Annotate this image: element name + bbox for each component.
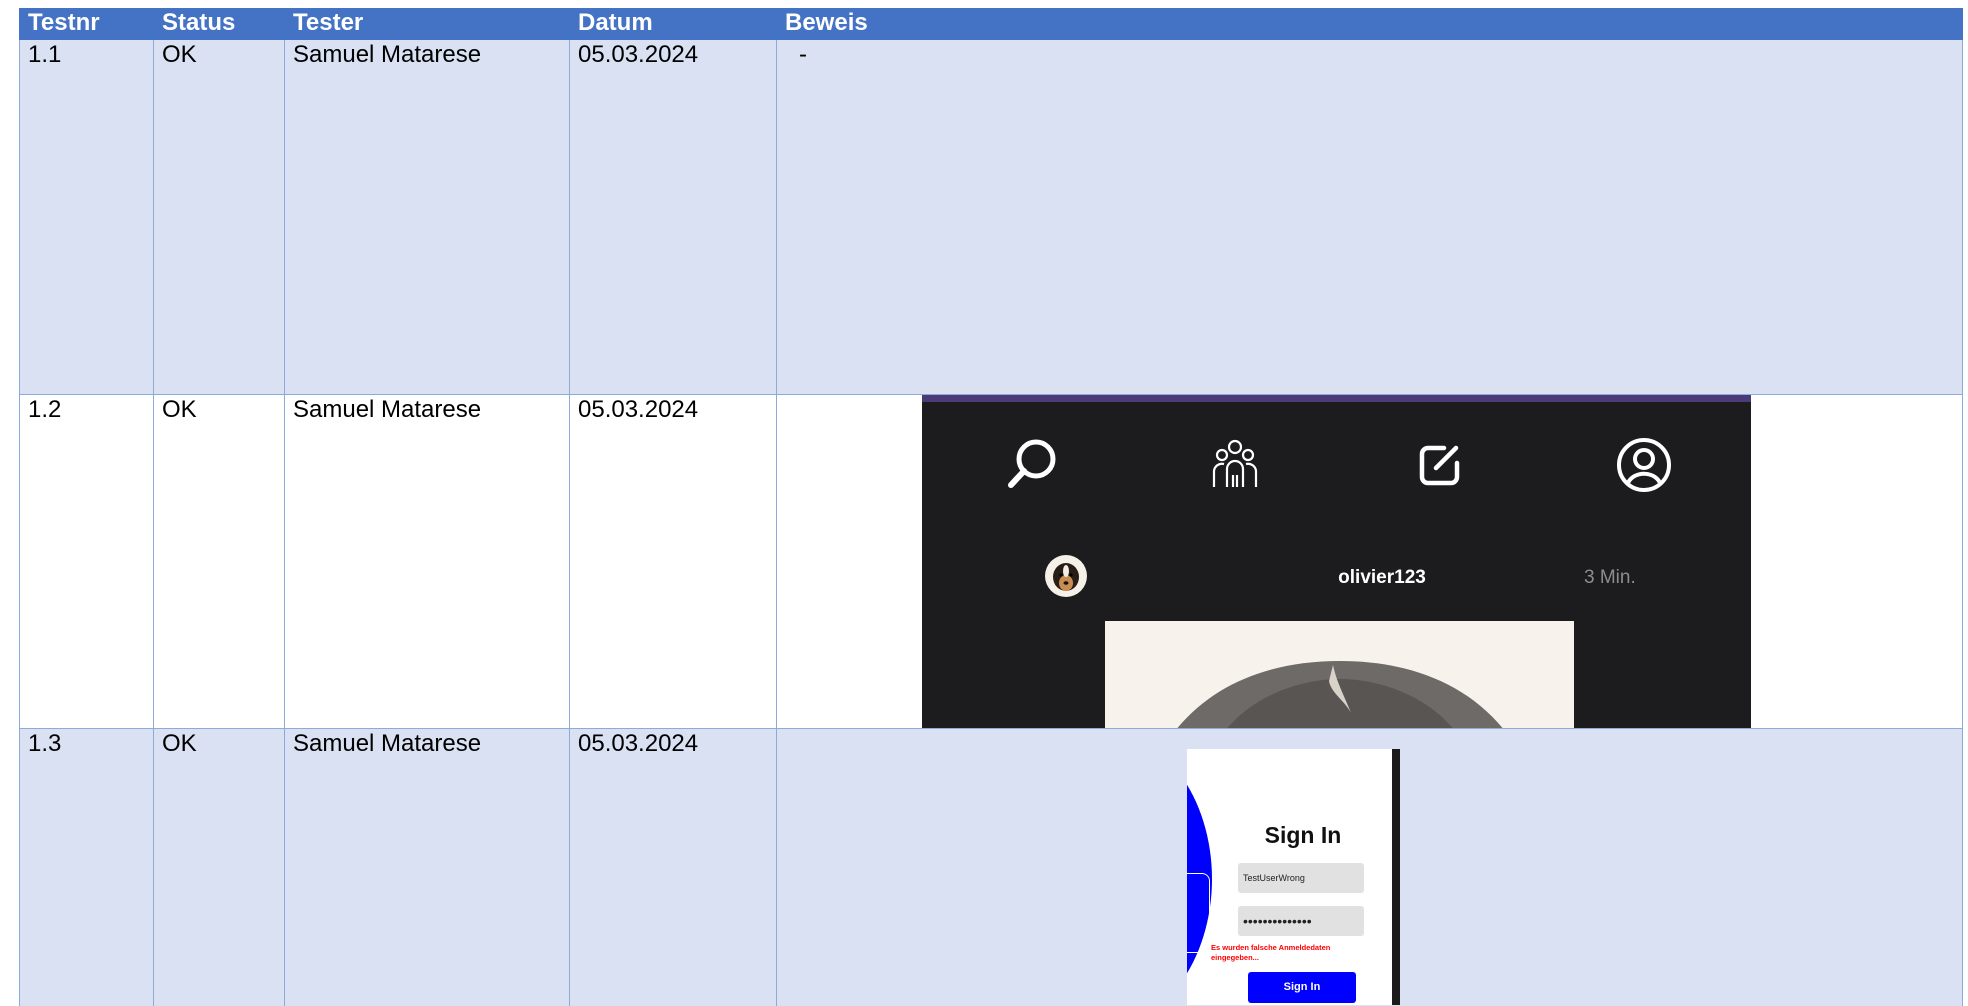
avatar [1045, 555, 1087, 597]
header-status: Status [153, 8, 285, 40]
post-username: olivier123 [1338, 567, 1426, 588]
error-message: Es wurden falsche Anmeldedaten eingegebe… [1211, 943, 1331, 962]
search-icon [1008, 439, 1056, 488]
table-row: 1.1 OK Samuel Matarese 05.03.2024 - [19, 40, 1963, 395]
cell-testnr: 1.3 [19, 728, 154, 1006]
cell-datum: 05.03.2024 [569, 394, 777, 729]
animal-photo-icon [1178, 661, 1502, 728]
post-time: 3 Min. [1584, 567, 1636, 588]
username-field: TestUserWrong [1238, 863, 1364, 893]
table-row: 1.3 OK Samuel Matarese 05.03.2024 Sign I… [19, 728, 1963, 1006]
cell-beweis: olivier123 3 Min. [776, 394, 1963, 729]
edit-icon [1419, 445, 1460, 486]
cell-beweis: Sign In TestUserWrong •••••••••••••• Es … [776, 728, 1963, 1006]
cell-tester: Samuel Matarese [284, 40, 570, 395]
group-icon [1212, 439, 1258, 487]
scrollbar [1392, 749, 1400, 1005]
feed-topbar [922, 395, 1751, 402]
cell-tester: Samuel Matarese [284, 394, 570, 729]
signin-screenshot: Sign In TestUserWrong •••••••••••••• Es … [1187, 749, 1400, 1005]
cell-testnr: 1.2 [19, 394, 154, 729]
header-beweis: Beweis [776, 8, 1963, 40]
outline-decoration [1187, 873, 1210, 953]
cell-tester: Samuel Matarese [284, 728, 570, 1006]
dog-avatar-icon [1053, 563, 1079, 591]
password-field: •••••••••••••• [1238, 906, 1364, 936]
table-row: 1.2 OK Samuel Matarese 05.03.2024 olivie… [19, 394, 1963, 729]
cell-datum: 05.03.2024 [569, 40, 777, 395]
beweis-dash: - [799, 41, 807, 68]
test-results-table: Testnr Status Tester Datum Beweis 1.1 OK… [19, 8, 1963, 1006]
cell-beweis: - [776, 40, 1963, 395]
cell-testnr: 1.1 [19, 40, 154, 395]
header-tester: Tester [284, 8, 570, 40]
table-header-row: Testnr Status Tester Datum Beweis [19, 8, 1963, 40]
cell-datum: 05.03.2024 [569, 728, 777, 1006]
document-page: Testnr Status Tester Datum Beweis 1.1 OK… [0, 0, 1968, 1006]
signin-title: Sign In [1264, 822, 1342, 848]
header-testnr: Testnr [19, 8, 154, 40]
cell-status: OK [153, 40, 285, 395]
feed-screenshot: olivier123 3 Min. [922, 395, 1751, 728]
header-datum: Datum [569, 8, 777, 40]
profile-icon [1617, 438, 1671, 492]
cell-status: OK [153, 394, 285, 729]
cell-status: OK [153, 728, 285, 1006]
post-image [1105, 621, 1574, 728]
signin-button: Sign In [1248, 972, 1356, 1003]
